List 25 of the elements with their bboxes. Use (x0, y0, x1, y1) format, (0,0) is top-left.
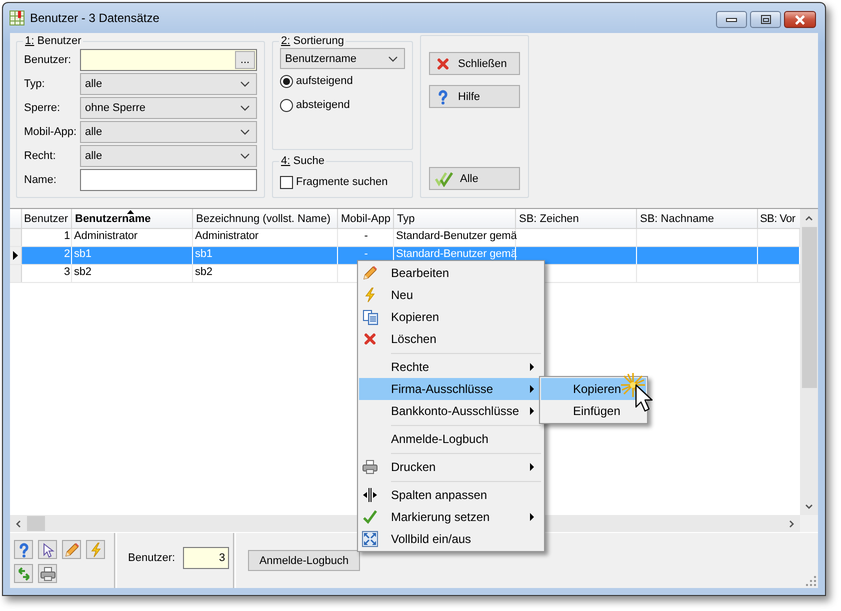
option-label: aufsteigend (296, 75, 353, 87)
table-cell: sb2 (72, 265, 193, 282)
field-label: Benutzer: (24, 54, 72, 66)
option-label: Fragmente suchen (296, 176, 388, 188)
field-label: Sperre: (24, 102, 62, 114)
table-cell: - (338, 229, 394, 246)
field-label: Mobil-App: (24, 126, 78, 138)
field-label: Benutzer: (128, 552, 176, 564)
group-title: 2: Sortierung (281, 35, 344, 47)
table-cell: sb2 (193, 265, 338, 282)
group-title: 1: Benutzer (25, 35, 82, 47)
field-label: Typ: (24, 78, 46, 90)
table-cell: 3 (22, 265, 72, 282)
window-title: Benutzer - 3 Datensätze (30, 11, 160, 25)
group-title: 4: Suche (281, 155, 324, 167)
table-cell: 2 (22, 247, 72, 264)
field-label: Recht: (24, 150, 57, 162)
table-cell: Standard-Benutzer gemä (394, 229, 516, 246)
field-label: Name: (24, 174, 58, 186)
table-cell: Administrator (193, 229, 338, 246)
table-cell: Administrator (72, 229, 193, 246)
option-label: absteigend (296, 99, 350, 111)
table-cell: sb1 (193, 247, 338, 264)
table-cell: sb1 (72, 247, 193, 264)
table-cell: 1 (22, 229, 72, 246)
